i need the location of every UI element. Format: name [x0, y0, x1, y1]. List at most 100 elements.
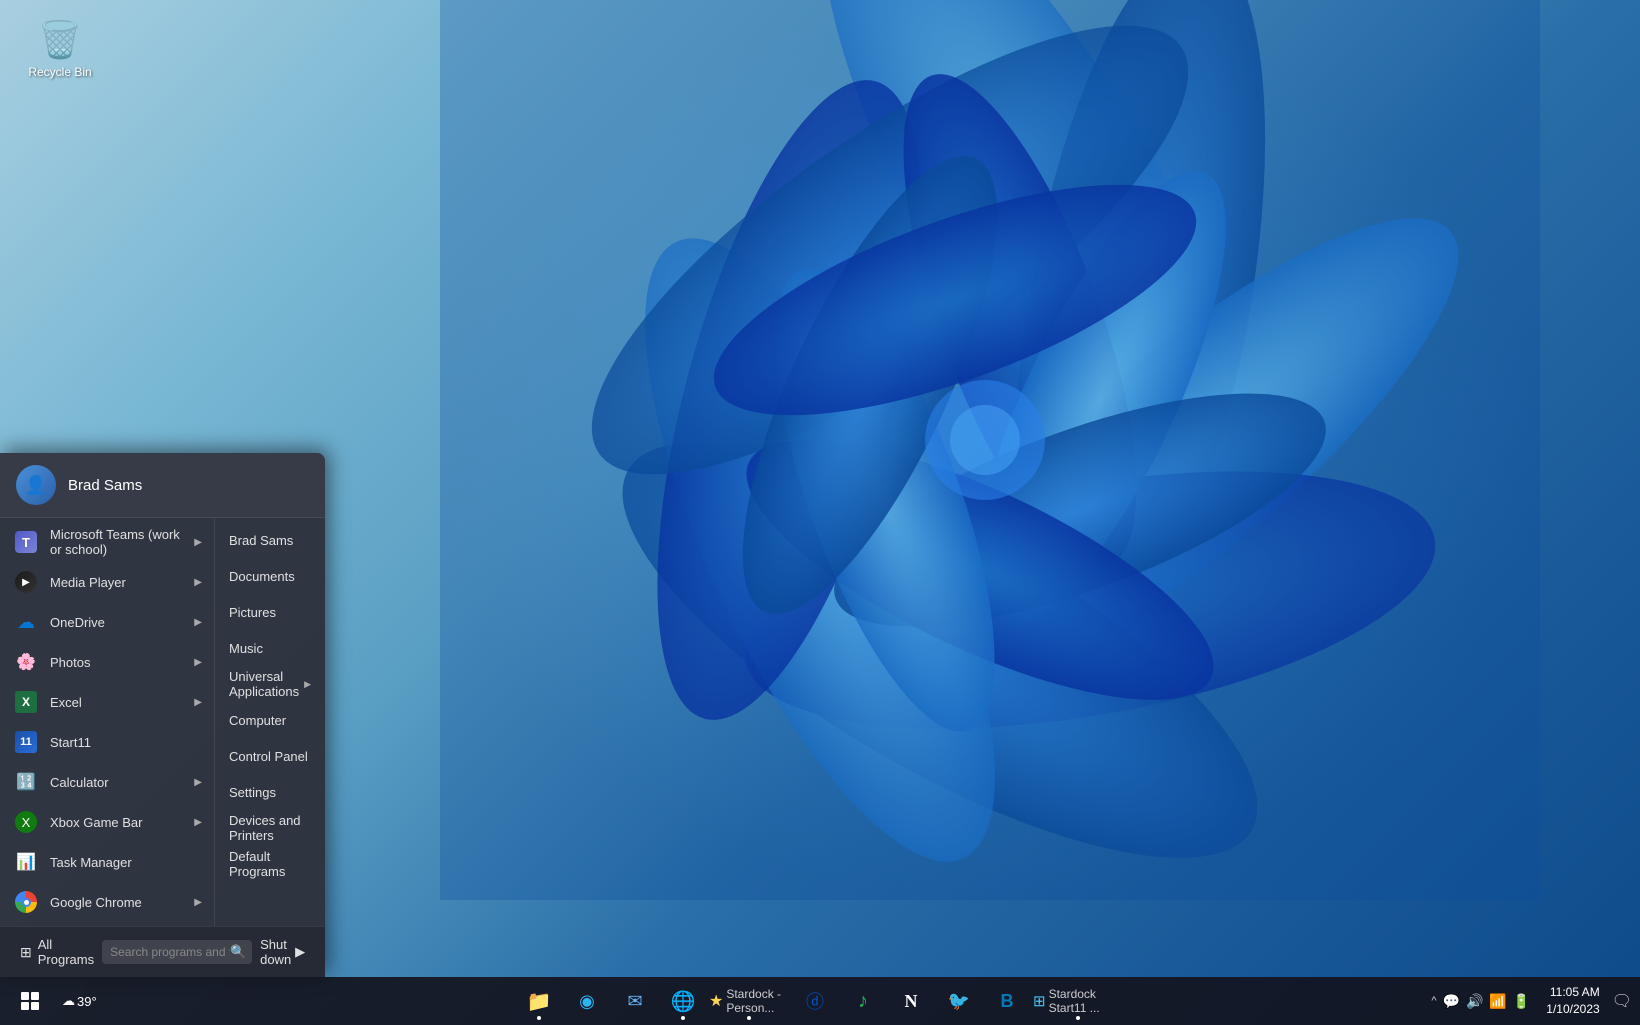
app-item-start11[interactable]: 11 Start11 — [0, 722, 214, 762]
place-label-computer: Computer — [229, 713, 286, 728]
network-icon[interactable]: 📶 — [1489, 993, 1506, 1010]
user-header[interactable]: 👤 Brad Sams — [0, 453, 325, 518]
clock[interactable]: 11:05 AM 1/10/2023 — [1546, 984, 1599, 1018]
taskbar-app-dot — [1076, 1016, 1080, 1020]
taskbar-nook[interactable]: B — [985, 979, 1029, 1023]
chrome-icon — [12, 888, 40, 916]
app-item-excel[interactable]: X Excel ▶ — [0, 682, 214, 722]
chrome-arrow: ▶ — [194, 897, 202, 908]
place-settings[interactable]: Settings — [215, 774, 325, 810]
place-computer[interactable]: Computer — [215, 702, 325, 738]
place-label-control-panel: Control Panel — [229, 749, 308, 764]
all-programs-label: All Programs — [38, 937, 94, 967]
notification-icon[interactable]: 🗨 — [1612, 991, 1632, 1011]
shutdown-button[interactable]: Shut down ▶ — [252, 933, 313, 971]
taskbar-spotify[interactable]: ♪ — [841, 979, 885, 1023]
taskbar-app-dot — [537, 1016, 541, 1020]
search-input[interactable] — [110, 945, 230, 959]
places-list: Brad Sams Documents Pictures Music Unive… — [215, 518, 325, 926]
recycle-bin[interactable]: 🗑️ Recycle Bin — [20, 15, 100, 83]
place-label-documents: Documents — [229, 569, 295, 584]
place-brad-sams[interactable]: Brad Sams — [215, 522, 325, 558]
app-label-start11: Start11 — [50, 735, 202, 750]
place-label-pictures: Pictures — [229, 605, 276, 620]
app-item-photos[interactable]: 🌸 Photos ▶ — [0, 642, 214, 682]
teams-arrow: ▶ — [194, 537, 202, 548]
taskbar-cortana[interactable]: ◉ — [565, 979, 609, 1023]
taskbar-edge[interactable]: 🌐 — [661, 979, 705, 1023]
stardock2-label: Stardock Start11 ... — [1049, 987, 1123, 1015]
clock-time: 11:05 AM — [1546, 984, 1599, 1001]
chat-icon[interactable]: 💬 — [1443, 993, 1460, 1010]
calculator-arrow: ▶ — [194, 777, 202, 788]
notion-icon: N — [905, 991, 918, 1012]
twitter-icon: 🐦 — [948, 991, 970, 1012]
place-pictures[interactable]: Pictures — [215, 594, 325, 630]
edge-icon: 🌐 — [671, 989, 696, 1014]
xbox-arrow: ▶ — [194, 817, 202, 828]
taskbar-stardock2[interactable]: ⊞ Stardock Start11 ... — [1033, 979, 1123, 1023]
taskbar-right: ^ 💬 🔊 📶 🔋 11:05 AM 1/10/2023 🗨 — [1431, 984, 1632, 1018]
user-avatar-initial: 👤 — [25, 475, 47, 496]
taskbar: ☁ 39° 📁 ◉ ✉ 🌐 ★ Stardock - Person... — [0, 977, 1640, 1025]
mediaplayer-arrow: ▶ — [194, 577, 202, 588]
app-label-onedrive: OneDrive — [50, 615, 190, 630]
app-label-chrome: Google Chrome — [50, 895, 190, 910]
stardock2-icon: ⊞ — [1033, 992, 1046, 1010]
xbox-icon: X — [12, 808, 40, 836]
app-item-xbox[interactable]: X Xbox Game Bar ▶ — [0, 802, 214, 842]
taskbar-file-explorer[interactable]: 📁 — [517, 979, 561, 1023]
windows-logo-icon — [21, 992, 39, 1010]
system-tray-chevron[interactable]: ^ — [1431, 995, 1436, 1007]
stardock1-label: Stardock - Person... — [726, 987, 789, 1015]
user-avatar: 👤 — [16, 465, 56, 505]
battery-icon[interactable]: 🔋 — [1513, 993, 1530, 1010]
system-tray: ^ 💬 🔊 📶 🔋 — [1431, 993, 1530, 1010]
app-label-calculator: Calculator — [50, 775, 190, 790]
desktop: 🗑️ Recycle Bin 👤 Brad Sams T Microsoft T… — [0, 0, 1640, 1025]
place-control-panel[interactable]: Control Panel — [215, 738, 325, 774]
place-label-default-programs: Default Programs — [229, 849, 311, 879]
app-item-calculator[interactable]: 🔢 Calculator ▶ — [0, 762, 214, 802]
weather-widget[interactable]: ☁ 39° — [56, 979, 103, 1023]
app-item-taskmanager[interactable]: 📊 Task Manager — [0, 842, 214, 882]
excel-icon: X — [12, 688, 40, 716]
place-documents[interactable]: Documents — [215, 558, 325, 594]
volume-icon[interactable]: 🔊 — [1466, 993, 1483, 1010]
place-default-programs[interactable]: Default Programs — [215, 846, 325, 882]
excel-arrow: ▶ — [194, 697, 202, 708]
search-icon[interactable]: 🔍 — [230, 944, 246, 960]
onedrive-icon: ☁ — [12, 608, 40, 636]
taskbar-left: ☁ 39° — [8, 979, 103, 1023]
search-bar[interactable]: 🔍 — [102, 940, 252, 964]
all-programs-button[interactable]: ⊞ All Programs — [12, 933, 102, 971]
shutdown-arrow-icon: ▶ — [295, 944, 305, 960]
stardock1-icon: ★ — [709, 991, 723, 1011]
mediaplayer-icon: ▶ — [12, 568, 40, 596]
start-button[interactable] — [8, 979, 52, 1023]
teams-icon: T — [12, 528, 40, 556]
place-devices-printers[interactable]: Devices and Printers — [215, 810, 325, 846]
recycle-bin-label: Recycle Bin — [28, 65, 91, 79]
place-universal-apps[interactable]: Universal Applications — [215, 666, 325, 702]
app-label-xbox: Xbox Game Bar — [50, 815, 190, 830]
taskbar-app-dot — [747, 1016, 751, 1020]
taskmanager-icon: 📊 — [12, 848, 40, 876]
start-menu: 👤 Brad Sams T Microsoft Teams (work or s… — [0, 453, 325, 977]
taskbar-mail[interactable]: ✉ — [613, 979, 657, 1023]
file-explorer-icon: 📁 — [527, 989, 552, 1014]
app-item-mediaplayer[interactable]: ▶ Media Player ▶ — [0, 562, 214, 602]
app-item-chrome[interactable]: Google Chrome ▶ — [0, 882, 214, 922]
taskbar-twitter[interactable]: 🐦 — [937, 979, 981, 1023]
app-item-onedrive[interactable]: ☁ OneDrive ▶ — [0, 602, 214, 642]
app-item-teams[interactable]: T Microsoft Teams (work or school) ▶ — [0, 522, 214, 562]
spotify-icon: ♪ — [858, 990, 868, 1013]
place-music[interactable]: Music — [215, 630, 325, 666]
mail-icon: ✉ — [627, 991, 642, 1012]
taskbar-notion[interactable]: N — [889, 979, 933, 1023]
taskbar-stardock1[interactable]: ★ Stardock - Person... — [709, 979, 789, 1023]
photos-arrow: ▶ — [194, 657, 202, 668]
app-label-photos: Photos — [50, 655, 190, 670]
app-label-teams: Microsoft Teams (work or school) — [50, 527, 190, 557]
taskbar-dashlane[interactable]: ⓓ — [793, 979, 837, 1023]
